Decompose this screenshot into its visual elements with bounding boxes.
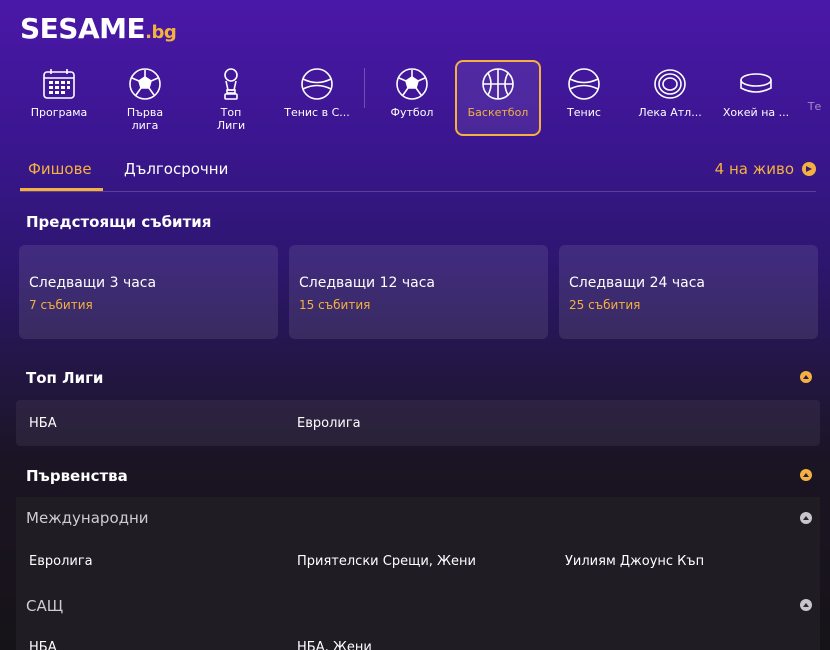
chevron-up-icon[interactable] xyxy=(800,599,812,611)
sport-item-schedule[interactable]: Програма xyxy=(16,60,102,136)
nav-divider xyxy=(364,68,365,108)
soccer-ball-icon xyxy=(129,68,161,100)
group-title-international[interactable]: Международни xyxy=(26,509,149,527)
bet-tabs: Фишове Дългосрочни 4 на живо xyxy=(20,150,816,192)
calendar-icon xyxy=(43,69,75,99)
sport-item-basketball[interactable]: Баскетбол xyxy=(455,60,541,136)
upcoming-cards: Следващи 3 часа 7 събития Следващи 12 ча… xyxy=(19,245,819,339)
sport-item-top-leagues[interactable]: Топ Лиги xyxy=(188,60,274,136)
arrow-right-icon xyxy=(802,162,816,176)
sport-item-tennis-s[interactable]: Тенис в С... xyxy=(274,60,360,136)
upcoming-title: Предстоящи събития xyxy=(26,213,212,231)
active-tab-indicator xyxy=(20,188,103,191)
basketball-icon xyxy=(482,68,514,100)
logo-name: SESAME xyxy=(20,12,146,45)
running-track-icon xyxy=(654,69,686,99)
sport-label: Баскетбол xyxy=(467,106,529,119)
sport-item-first-league[interactable]: Първа лига xyxy=(102,60,188,136)
upcoming-card-12h[interactable]: Следващи 12 часа 15 събития xyxy=(289,245,548,339)
league-link[interactable]: Евролига xyxy=(29,554,93,569)
championships-title: Първенства xyxy=(26,467,128,485)
sport-label: Лека Атл... xyxy=(638,106,702,119)
card-count: 7 събития xyxy=(29,298,93,312)
sport-label: Първа лига xyxy=(126,106,164,132)
group-title-usa[interactable]: САЩ xyxy=(26,597,63,615)
sport-item-athletics[interactable]: Лека Атл... xyxy=(627,60,713,136)
sport-label: Футбол xyxy=(390,106,434,119)
league-link[interactable]: НБА xyxy=(29,640,57,650)
sport-item-hockey[interactable]: Хокей на ... xyxy=(713,60,799,136)
sport-label: Хокей на ... xyxy=(722,106,790,119)
sports-nav: Програма Първа лига Топ Лиги Тенис в С..… xyxy=(0,60,830,138)
top-leagues-row: НБА Евролига xyxy=(16,400,820,446)
live-count: 4 на живо xyxy=(714,160,794,178)
tennis-ball-icon xyxy=(568,68,600,100)
trophy-icon xyxy=(224,68,238,100)
league-link-nba[interactable]: НБА xyxy=(29,416,57,431)
site-logo[interactable]: SESAME.bg xyxy=(20,12,177,45)
sport-label: Тенис xyxy=(567,106,601,119)
card-title: Следващи 24 часа xyxy=(569,275,705,291)
championships-list: Международни Евролига Приятелски Срещи, … xyxy=(16,497,820,650)
league-link-euroleague[interactable]: Евролига xyxy=(297,416,361,431)
league-link[interactable]: Приятелски Срещи, Жени xyxy=(297,554,476,569)
sport-label: Топ Лиги xyxy=(216,106,246,132)
logo-tld: .bg xyxy=(145,22,177,43)
card-count: 25 събития xyxy=(569,298,641,312)
sport-label: Програма xyxy=(30,106,88,119)
tab-longterm[interactable]: Дългосрочни xyxy=(124,160,228,178)
league-link[interactable]: НБА, Жени xyxy=(297,640,372,650)
sport-label: Тенис в С... xyxy=(284,106,350,119)
top-leagues-title: Топ Лиги xyxy=(26,369,104,387)
chevron-up-icon[interactable] xyxy=(800,512,812,524)
upcoming-card-24h[interactable]: Следващи 24 часа 25 събития xyxy=(559,245,818,339)
sport-label: Те xyxy=(807,100,822,113)
sport-item-football[interactable]: Футбол xyxy=(369,60,455,136)
tab-tickets[interactable]: Фишове xyxy=(28,160,92,178)
sport-item-tennis[interactable]: Тенис xyxy=(541,60,627,136)
card-title: Следващи 12 часа xyxy=(299,275,435,291)
upcoming-card-3h[interactable]: Следващи 3 часа 7 събития xyxy=(19,245,278,339)
chevron-up-icon[interactable] xyxy=(800,469,812,481)
chevron-up-icon[interactable] xyxy=(800,371,812,383)
live-link[interactable]: 4 на живо xyxy=(715,160,816,178)
card-title: Следващи 3 часа xyxy=(29,275,157,291)
soccer-ball-icon xyxy=(396,68,428,100)
hockey-puck-icon xyxy=(740,73,772,93)
tennis-ball-icon xyxy=(301,68,333,100)
league-link[interactable]: Уилиям Джоунс Къп xyxy=(565,554,704,569)
sport-item-cut[interactable]: Те xyxy=(799,60,830,136)
card-count: 15 събития xyxy=(299,298,371,312)
